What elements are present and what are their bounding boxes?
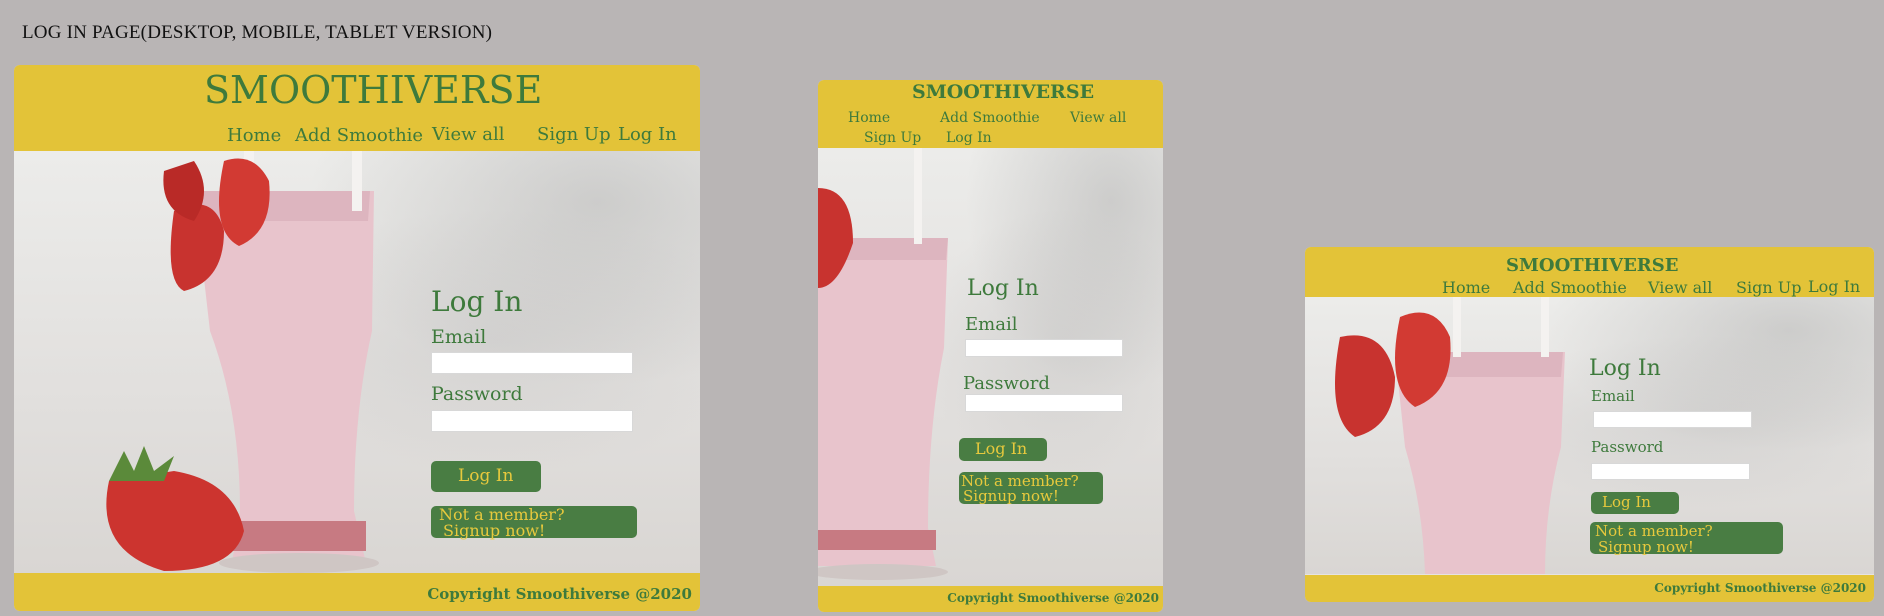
email-label: Email xyxy=(965,314,1018,335)
email-label: Email xyxy=(1591,387,1635,405)
nav-sign-up[interactable]: Sign Up xyxy=(1736,278,1801,297)
login-button-label: Log In xyxy=(975,439,1028,458)
footer-bar: Copyright Smoothiverse @2020 xyxy=(818,586,1163,612)
nav-view-all[interactable]: View all xyxy=(1648,278,1712,297)
login-heading: Log In xyxy=(967,276,1039,301)
brand-logo[interactable]: SMOOTHIVERSE xyxy=(204,68,542,112)
password-input[interactable] xyxy=(1591,463,1750,480)
login-button[interactable]: Log In xyxy=(431,461,541,492)
hero-image xyxy=(818,148,1163,586)
desktop-mockup: SMOOTHIVERSE Home Add Smoothie View all … xyxy=(14,65,700,611)
signup-line2: Signup now! xyxy=(963,487,1059,505)
copyright-text: Copyright Smoothiverse @2020 xyxy=(947,591,1159,605)
signup-link-button[interactable]: Not a member? Signup now! xyxy=(431,505,637,540)
password-label: Password xyxy=(1591,438,1664,456)
nav-home[interactable]: Home xyxy=(848,110,890,126)
nav-home[interactable]: Home xyxy=(1442,278,1490,297)
page-caption: LOG IN PAGE(DESKTOP, MOBILE, TABLET VERS… xyxy=(22,22,493,43)
smoothie-illustration xyxy=(818,148,948,580)
copyright-text: Copyright Smoothiverse @2020 xyxy=(427,585,692,603)
nav-view-all[interactable]: View all xyxy=(432,124,504,145)
nav-log-in[interactable]: Log In xyxy=(618,124,677,145)
nav-log-in[interactable]: Log In xyxy=(946,130,992,146)
signup-line2: Signup now! xyxy=(1598,538,1694,556)
header-bar: SMOOTHIVERSE Home Add Smoothie View all … xyxy=(818,80,1163,148)
password-input[interactable] xyxy=(431,410,633,432)
login-button-label: Log In xyxy=(1602,493,1651,511)
copyright-text: Copyright Smoothiverse @2020 xyxy=(1654,581,1866,595)
email-input[interactable] xyxy=(1593,411,1752,428)
nav-add-smoothie[interactable]: Add Smoothie xyxy=(295,125,423,146)
brand-logo[interactable]: SMOOTHIVERSE xyxy=(912,81,1094,103)
nav-add-smoothie[interactable]: Add Smoothie xyxy=(940,110,1040,126)
login-button[interactable]: Log In xyxy=(959,438,1047,461)
email-label: Email xyxy=(431,326,487,348)
password-label: Password xyxy=(431,383,523,405)
mobile-mockup: SMOOTHIVERSE Home Add Smoothie View all … xyxy=(818,80,1163,612)
nav-home[interactable]: Home xyxy=(227,125,281,146)
login-heading: Log In xyxy=(1589,356,1661,381)
nav-add-smoothie[interactable]: Add Smoothie xyxy=(1513,278,1627,297)
nav-sign-up[interactable]: Sign Up xyxy=(537,124,611,145)
nav-sign-up[interactable]: Sign Up xyxy=(864,130,921,146)
email-input[interactable] xyxy=(965,339,1123,357)
nav-view-all[interactable]: View all xyxy=(1070,110,1126,126)
login-heading: Log In xyxy=(431,285,523,318)
login-button[interactable]: Log In xyxy=(1591,492,1679,514)
footer-bar: Copyright Smoothiverse @2020 xyxy=(14,573,700,611)
tablet-mockup: SMOOTHIVERSE Home Add Smoothie View all … xyxy=(1305,247,1874,602)
signup-line2: Signup now! xyxy=(443,521,546,540)
header-bar: SMOOTHIVERSE Home Add Smoothie View all … xyxy=(1305,247,1874,297)
email-input[interactable] xyxy=(431,352,633,374)
header-bar: SMOOTHIVERSE Home Add Smoothie View all … xyxy=(14,65,700,151)
brand-logo[interactable]: SMOOTHIVERSE xyxy=(1506,255,1678,276)
nav-log-in[interactable]: Log In xyxy=(1808,277,1860,296)
password-input[interactable] xyxy=(965,394,1123,412)
password-label: Password xyxy=(963,373,1050,394)
footer-bar: Copyright Smoothiverse @2020 xyxy=(1305,575,1874,602)
signup-link-button[interactable]: Not a member? Signup now! xyxy=(959,472,1103,505)
signup-link-button[interactable]: Not a member? Signup now! xyxy=(1590,522,1783,556)
login-button-label: Log In xyxy=(458,466,514,486)
